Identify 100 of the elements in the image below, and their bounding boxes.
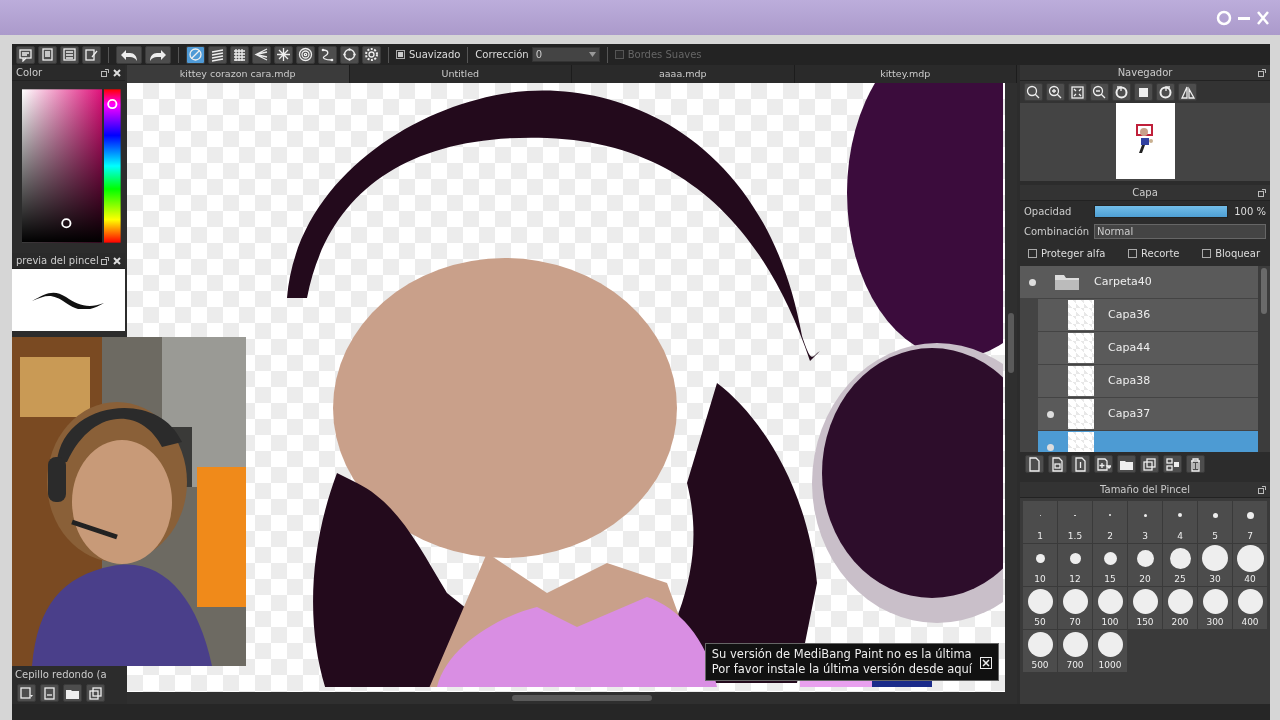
layer-row[interactable]: Carpeta40 xyxy=(1020,266,1258,299)
layer-thumbnail xyxy=(1068,399,1094,429)
actual-size-button[interactable] xyxy=(1134,83,1153,101)
new-layer-button[interactable] xyxy=(1025,455,1044,473)
snap-button[interactable] xyxy=(318,45,337,64)
document-tab[interactable]: kittey.mdp xyxy=(794,65,1017,83)
fit-button[interactable] xyxy=(1068,83,1087,101)
brush-size-button[interactable]: 25 xyxy=(1163,544,1197,586)
panel-button[interactable] xyxy=(16,45,35,64)
brush-size-button[interactable]: 300 xyxy=(1198,587,1232,629)
field-label: Combinación xyxy=(1024,224,1088,239)
minimize-icon xyxy=(1238,16,1250,20)
close-icon xyxy=(113,257,121,265)
brush-size-button[interactable]: 1 xyxy=(1023,501,1057,543)
brush-size-button[interactable]: 400 xyxy=(1233,587,1267,629)
rotate-left-button[interactable] xyxy=(1112,83,1131,101)
correction-dropdown[interactable]: 0 xyxy=(531,47,600,62)
document-tab[interactable]: kittey corazon cara.mdp xyxy=(127,65,350,83)
copy-brush-button[interactable] xyxy=(40,684,59,702)
snap-button[interactable] xyxy=(208,45,227,64)
layer-row[interactable]: Capa36 xyxy=(1020,299,1258,332)
brush-size-button[interactable]: 1.5 xyxy=(1058,501,1092,543)
brush-size-button[interactable]: 7 xyxy=(1233,501,1267,543)
duplicate-icon xyxy=(88,685,103,701)
brush-size-button[interactable]: 1000 xyxy=(1093,630,1127,672)
duplicate-icon xyxy=(1142,456,1157,472)
delete-button[interactable] xyxy=(1186,455,1205,473)
blend-dropdown[interactable]: Normal xyxy=(1094,223,1266,239)
checkbox[interactable] xyxy=(1028,249,1037,258)
checkbox[interactable] xyxy=(396,50,405,59)
layer-row[interactable]: Capa44 xyxy=(1020,332,1258,365)
zoom-out-button[interactable] xyxy=(1090,83,1109,101)
field-label: Corrección xyxy=(475,48,529,62)
rotate-right-icon xyxy=(1158,84,1173,100)
layer-name: Capa36 xyxy=(1108,306,1151,323)
document-tab[interactable]: Untitled xyxy=(349,65,572,83)
merge-button[interactable] xyxy=(1163,455,1182,473)
visibility-toggle[interactable] xyxy=(1046,410,1054,418)
snap-button[interactable] xyxy=(340,45,359,64)
add-brush-icon xyxy=(19,685,34,701)
duplicate-button[interactable] xyxy=(1140,455,1159,473)
opacity-slider[interactable] xyxy=(1094,204,1229,218)
snap-button[interactable] xyxy=(274,45,293,64)
checkbox-label: Recorte xyxy=(1141,247,1180,261)
brush-size-button[interactable]: 150 xyxy=(1128,587,1162,629)
checkbox-label: Proteger alfa xyxy=(1041,247,1106,261)
brush-size-button[interactable]: 500 xyxy=(1023,630,1057,672)
brush-size-button[interactable]: 15 xyxy=(1093,544,1127,586)
redo-icon xyxy=(149,47,167,62)
undo-button[interactable] xyxy=(116,45,142,64)
brush-size-button[interactable]: 100 xyxy=(1093,587,1127,629)
folder-button[interactable] xyxy=(63,684,82,702)
snap-button[interactable] xyxy=(186,45,205,64)
brush-size-button[interactable]: 50 xyxy=(1023,587,1057,629)
color-picker-handle[interactable] xyxy=(61,218,72,229)
scrollbar-thumb xyxy=(1005,313,1017,373)
redo-button[interactable] xyxy=(145,45,171,64)
checkbox[interactable] xyxy=(1202,249,1212,258)
brush-size-button[interactable]: 70 xyxy=(1058,587,1092,629)
snap-button[interactable] xyxy=(362,45,381,64)
new-layer-button[interactable] xyxy=(1071,455,1090,473)
flip-button[interactable] xyxy=(1178,83,1197,101)
zoom-in-button[interactable] xyxy=(1046,83,1065,101)
brush-size-button[interactable]: 40 xyxy=(1233,544,1267,586)
brush-size-button[interactable]: 200 xyxy=(1163,587,1197,629)
brush-size-button[interactable]: 2 xyxy=(1093,501,1127,543)
brush-size-button[interactable]: 700 xyxy=(1058,630,1092,672)
checkbox-label: Suavizado xyxy=(409,48,461,62)
snap-button[interactable] xyxy=(296,45,315,64)
edit-button[interactable] xyxy=(82,45,101,64)
page-button[interactable] xyxy=(38,45,57,64)
document-tab[interactable]: aaaa.mdp xyxy=(572,65,795,83)
layer-thumbnail xyxy=(1068,366,1094,396)
layer-row[interactable]: Capa38 xyxy=(1020,365,1258,398)
close-icon xyxy=(1256,10,1270,26)
checkbox[interactable] xyxy=(1128,249,1137,258)
list-button[interactable] xyxy=(60,45,79,64)
folder-button[interactable] xyxy=(1117,455,1136,473)
brush-size-button[interactable]: 4 xyxy=(1163,501,1197,543)
duplicate-button[interactable] xyxy=(86,684,105,702)
layer-thumbnail xyxy=(1068,300,1094,330)
float-icon xyxy=(101,69,109,77)
brush-size-button[interactable]: 10 xyxy=(1023,544,1057,586)
rotate-right-button[interactable] xyxy=(1156,83,1175,101)
brush-size-button[interactable]: 5 xyxy=(1198,501,1232,543)
new-layer-button[interactable] xyxy=(1048,455,1067,473)
settings-icon xyxy=(364,47,379,62)
add-layer-button[interactable] xyxy=(1094,455,1113,473)
brush-size-button[interactable]: 30 xyxy=(1198,544,1232,586)
visibility-toggle[interactable] xyxy=(1028,278,1036,286)
zoom-reset-button[interactable] xyxy=(1024,83,1043,101)
visibility-toggle[interactable] xyxy=(1046,443,1054,451)
add-brush-button[interactable] xyxy=(17,684,36,702)
snap-button[interactable] xyxy=(230,45,249,64)
brush-size-button[interactable]: 3 xyxy=(1128,501,1162,543)
snap-button[interactable] xyxy=(252,45,271,64)
brush-size-button[interactable]: 20 xyxy=(1128,544,1162,586)
layer-row[interactable]: Capa37 xyxy=(1020,398,1258,431)
hue-handle[interactable] xyxy=(107,98,118,110)
brush-size-button[interactable]: 12 xyxy=(1058,544,1092,586)
